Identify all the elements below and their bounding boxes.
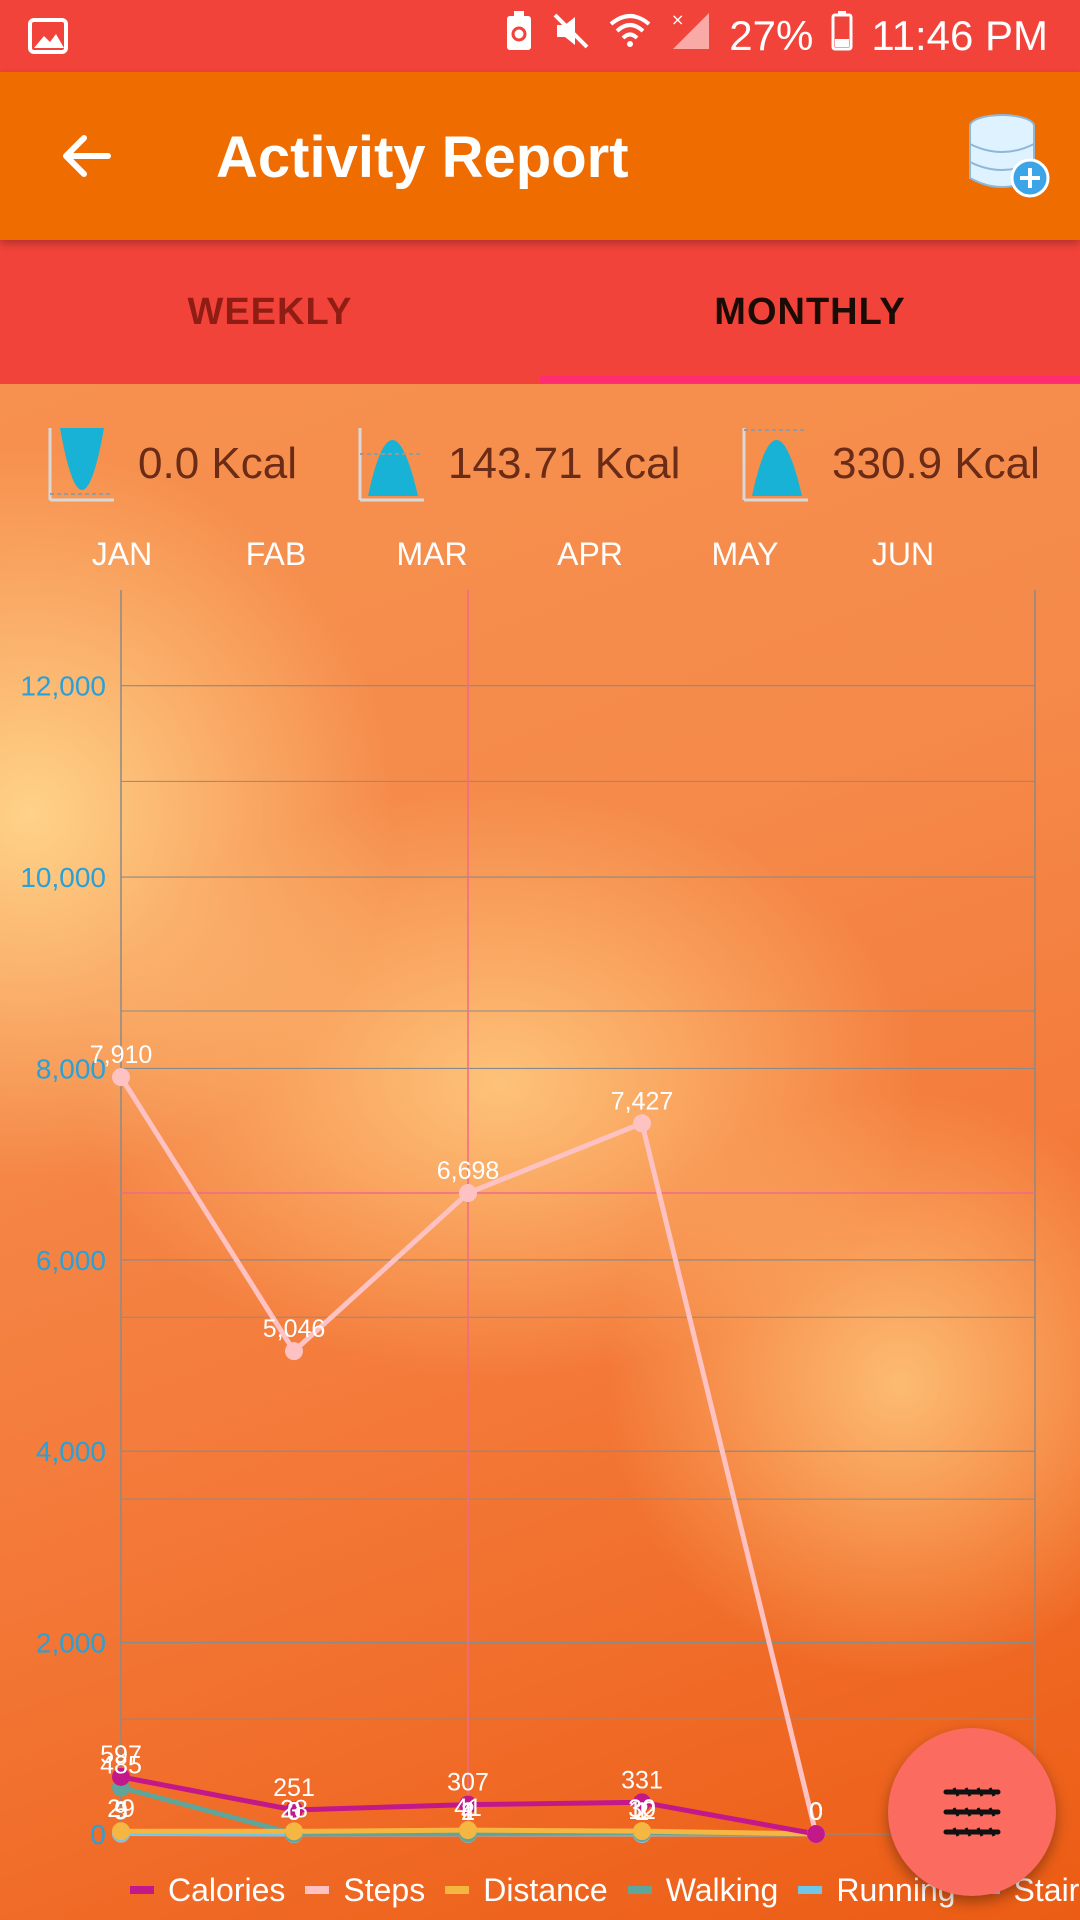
legend-label: Calories	[168, 1871, 286, 1908]
y-tick-label: 6,000	[36, 1245, 106, 1276]
data-label-stairs: 0	[809, 1798, 823, 1826]
activity-line-chart[interactable]: 02,0004,0006,0008,00010,00012,000597251 3…	[0, 580, 1080, 1860]
y-tick-label: 2,000	[36, 1628, 106, 1659]
legend-item-walking: Walking	[627, 1871, 779, 1909]
data-label-steps: 7,427	[611, 1087, 674, 1115]
data-label-steps: 7,910	[90, 1041, 153, 1069]
legend-item-steps: Steps	[305, 1872, 425, 1909]
month-label[interactable]: JUN	[872, 536, 934, 573]
y-tick-label: 0	[90, 1819, 106, 1850]
y-tick-label: 10,000	[20, 862, 106, 893]
month-label[interactable]: FAB	[246, 536, 306, 573]
wifi-icon	[609, 12, 651, 60]
data-label-steps: 5,046	[263, 1315, 326, 1343]
tab-weekly[interactable]: WEEKLY	[0, 240, 540, 384]
data-point-steps[interactable]	[633, 1114, 651, 1133]
battery-percent: 27%	[729, 12, 814, 59]
status-bar: × 27% 11:46 PM	[0, 0, 1080, 72]
data-label-calories: 307	[447, 1769, 489, 1797]
tab-monthly[interactable]: MONTHLY	[540, 240, 1080, 384]
data-label-stairs: 1	[461, 1798, 475, 1826]
data-point-calories[interactable]	[807, 1825, 825, 1843]
y-tick-label: 12,000	[20, 671, 106, 702]
legend-label: Walking	[665, 1871, 779, 1908]
clock: 11:46 PM	[871, 12, 1048, 59]
legend-swatch	[305, 1886, 330, 1894]
month-header: JAN FAB MAR APR MAY JUN	[0, 536, 1080, 576]
summary-min: 0.0 Kcal	[46, 424, 297, 504]
svg-text:×: ×	[671, 11, 684, 29]
legend-item-distance: Distance	[445, 1872, 608, 1909]
database-add-icon[interactable]	[966, 112, 1050, 202]
data-label-stairs: 5	[114, 1798, 128, 1826]
avg-curve-icon	[358, 428, 424, 502]
legend-label: Steps	[343, 1871, 426, 1908]
y-tick-label: 4,000	[36, 1436, 106, 1467]
min-curve-icon	[48, 428, 114, 502]
signal-icon: ×	[669, 10, 711, 61]
month-label[interactable]: JAN	[92, 536, 152, 573]
tab-indicator	[540, 376, 1080, 383]
legend-label: Distance	[483, 1871, 608, 1908]
arrow-left-icon[interactable]	[56, 126, 116, 186]
mute-icon	[551, 11, 591, 61]
legend-swatch	[445, 1886, 470, 1894]
summary-max-value: 330.9 Kcal	[832, 439, 1040, 488]
summary-avg-value: 143.71 Kcal	[448, 439, 681, 488]
data-label-stairs: 1	[635, 1798, 649, 1826]
battery-icon	[831, 11, 853, 61]
max-curve-icon	[742, 428, 808, 502]
tab-bar: WEEKLY MONTHLY	[0, 240, 1080, 384]
data-label-calories: 331	[621, 1766, 663, 1794]
summary-min-value: 0.0 Kcal	[138, 439, 297, 488]
page-title: Activity Report	[216, 125, 629, 190]
filter-lines-icon	[943, 1787, 1001, 1837]
image-icon	[28, 18, 68, 59]
data-label-walking: 485	[100, 1752, 142, 1780]
legend-item-calories: Calories	[130, 1872, 285, 1909]
month-label[interactable]: MAY	[712, 536, 779, 573]
calorie-summary: 0.0 Kcal 143.71 Kcal 330.9 Kcal	[0, 424, 1080, 524]
data-label-steps: 6,698	[437, 1157, 500, 1185]
app-bar: Activity Report	[0, 72, 1080, 240]
data-point-steps[interactable]	[459, 1184, 477, 1203]
legend-swatch	[798, 1886, 823, 1894]
battery-saver-icon	[505, 10, 533, 62]
filter-button[interactable]	[888, 1728, 1056, 1896]
month-label[interactable]: APR	[557, 536, 623, 573]
legend-swatch	[627, 1886, 652, 1894]
summary-avg: 143.71 Kcal	[356, 424, 680, 504]
data-point-steps[interactable]	[112, 1068, 130, 1087]
month-label[interactable]: MAR	[396, 536, 467, 573]
data-point-steps[interactable]	[285, 1342, 303, 1361]
data-label-stairs: 0	[287, 1798, 301, 1826]
legend-swatch	[130, 1886, 154, 1894]
summary-max: 330.9 Kcal	[740, 424, 1040, 504]
